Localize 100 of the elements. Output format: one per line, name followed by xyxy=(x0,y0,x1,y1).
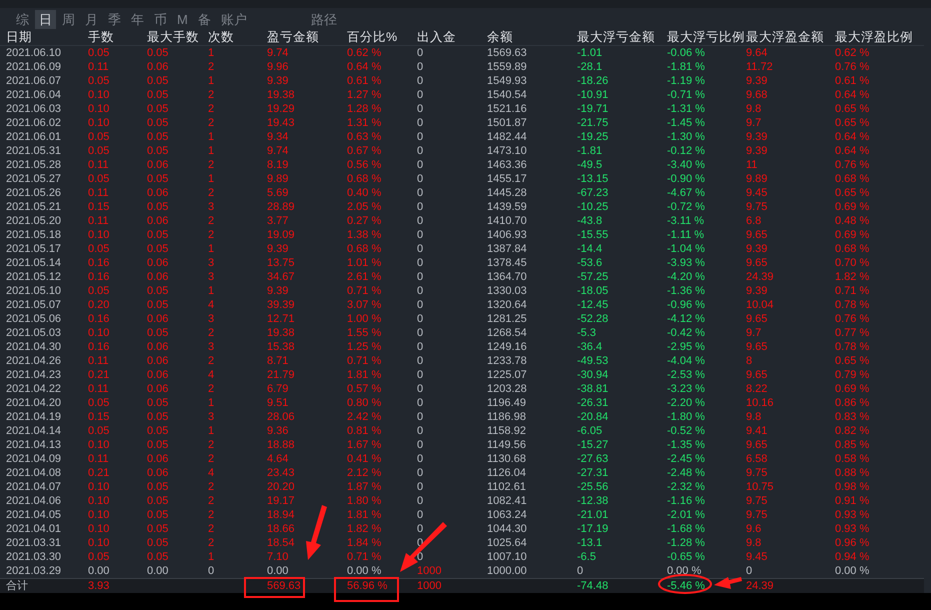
table-cell: -0.12 % xyxy=(667,145,705,157)
table-cell: -30.94 xyxy=(577,369,608,381)
tab[interactable]: 币 xyxy=(150,10,171,28)
table-cell: 1.87 % xyxy=(347,481,382,493)
table-cell: 9.65 xyxy=(746,313,768,325)
table-cell: -6.5 xyxy=(577,551,596,563)
table-cell: -3.40 % xyxy=(667,159,705,171)
table-cell: -0.71 % xyxy=(667,89,705,101)
tab[interactable]: 路径 xyxy=(306,10,341,28)
table-cell: 1.55 % xyxy=(347,327,382,339)
date-cell: 2021.04.08 xyxy=(6,467,62,479)
table-cell: 19.38 xyxy=(267,327,295,339)
table-cell: -1.30 % xyxy=(667,131,705,143)
table-cell: 1044.30 xyxy=(487,523,527,535)
table-cell: 0.21 xyxy=(88,467,110,479)
table-cell: 0.78 % xyxy=(835,341,870,353)
table-cell: 0 xyxy=(417,201,424,213)
table-cell: 0.11 xyxy=(88,383,109,395)
table-cell: 1521.16 xyxy=(487,103,527,115)
table-cell: 0.05 xyxy=(147,47,168,59)
table-cell: 2.12 % xyxy=(347,467,382,479)
table-cell: 1.27 % xyxy=(347,89,382,101)
table-cell: -25.56 xyxy=(577,481,608,493)
tab[interactable]: 周 xyxy=(58,10,79,28)
column-header: 最大浮亏金额 xyxy=(577,30,655,44)
table-cell: -2.53 % xyxy=(667,369,705,381)
table-cell: 1249.16 xyxy=(487,341,527,353)
table-cell: -27.31 xyxy=(577,467,608,479)
table-cell: 9.39 xyxy=(267,285,288,297)
tab[interactable]: 年 xyxy=(127,10,148,28)
tab[interactable]: 季 xyxy=(104,10,125,28)
table-cell: -10.25 xyxy=(577,201,608,213)
tab[interactable]: 综 xyxy=(12,10,33,28)
table-cell: 1025.64 xyxy=(487,537,527,549)
table-cell: 2 xyxy=(208,117,214,129)
tab[interactable]: 日 xyxy=(35,10,56,28)
date-cell: 2021.05.03 xyxy=(6,327,62,339)
table-cell: 0.16 xyxy=(88,257,110,269)
date-cell: 2021.05.27 xyxy=(6,173,62,185)
table-cell: 11 xyxy=(746,159,758,171)
table-cell: 1.28 % xyxy=(347,103,382,115)
table-cell: 9.39 xyxy=(746,243,768,255)
table-cell: 9.8 xyxy=(746,103,762,115)
table-cell: 1.25 % xyxy=(347,341,382,353)
table-cell: -1.19 % xyxy=(667,75,705,87)
table-cell: 0.11 xyxy=(88,355,109,367)
table-cell: 8 xyxy=(746,355,752,367)
table-cell: 0 xyxy=(417,509,424,521)
table-cell: -21.75 xyxy=(577,117,608,129)
table-cell: 9.45 xyxy=(746,551,768,563)
table-cell: 9.65 xyxy=(746,341,768,353)
tab[interactable]: 月 xyxy=(81,10,102,28)
table-cell: 1364.70 xyxy=(487,271,527,283)
table-cell: 1559.89 xyxy=(487,61,527,73)
table-cell: 0.05 xyxy=(147,523,168,535)
table-cell: -3.11 % xyxy=(667,215,704,227)
table-cell: 9.65 xyxy=(746,369,768,381)
table-cell: -13.1 xyxy=(577,537,602,549)
table-cell: 9.89 xyxy=(746,173,768,185)
tab[interactable]: M xyxy=(173,10,192,28)
table-cell: 0 xyxy=(417,369,424,381)
table-cell: 0.05 xyxy=(88,47,110,59)
date-cell: 2021.03.29 xyxy=(6,565,62,577)
table-cell: 1.81 % xyxy=(347,369,382,381)
tab[interactable]: 备 xyxy=(194,10,215,28)
total-label: 合计 xyxy=(6,580,28,592)
table-cell: 9.34 xyxy=(267,131,288,143)
table-cell: 5.69 xyxy=(267,187,288,199)
table-cell: 3 xyxy=(208,411,214,423)
table-cell: 0.58 % xyxy=(835,453,870,465)
table-cell: 0.77 % xyxy=(835,327,870,339)
table-cell: 1482.44 xyxy=(487,131,527,143)
table-cell: 2.42 % xyxy=(347,411,382,423)
table-cell: -0.06 % xyxy=(667,47,705,59)
table-cell: 0.64 % xyxy=(347,61,382,73)
table-cell: 0 xyxy=(417,173,424,185)
column-header: 盈亏金额 xyxy=(267,30,319,44)
table-cell: 1540.54 xyxy=(487,89,527,101)
table-cell: 0.05 xyxy=(147,537,168,549)
date-cell: 2021.05.28 xyxy=(6,159,62,171)
table-cell: -2.01 % xyxy=(667,509,705,521)
table-cell: 0.71 % xyxy=(835,285,870,297)
table-cell: 0.05 xyxy=(147,75,168,87)
table-cell: 2 xyxy=(208,509,214,521)
table-cell: 0.76 % xyxy=(835,159,870,171)
tab[interactable]: 账户 xyxy=(216,10,251,28)
table-cell: 0.57 % xyxy=(347,383,382,395)
table-cell: 3 xyxy=(208,313,214,325)
date-cell: 2021.05.12 xyxy=(6,271,62,283)
table-cell: 9.75 xyxy=(746,509,768,521)
table-cell: 0.10 xyxy=(88,523,110,535)
table-cell: 0.06 xyxy=(147,215,168,227)
table-cell: 1149.56 xyxy=(487,439,526,451)
table-cell: 0.00 % xyxy=(835,565,870,577)
table-cell: 9.96 xyxy=(267,61,288,73)
table-cell: 1 xyxy=(208,75,214,87)
table-cell: 1.38 % xyxy=(347,229,382,241)
date-cell: 2021.04.13 xyxy=(6,439,62,451)
table-cell: 0.86 % xyxy=(835,397,870,409)
table-cell: 19.43 xyxy=(267,117,295,129)
